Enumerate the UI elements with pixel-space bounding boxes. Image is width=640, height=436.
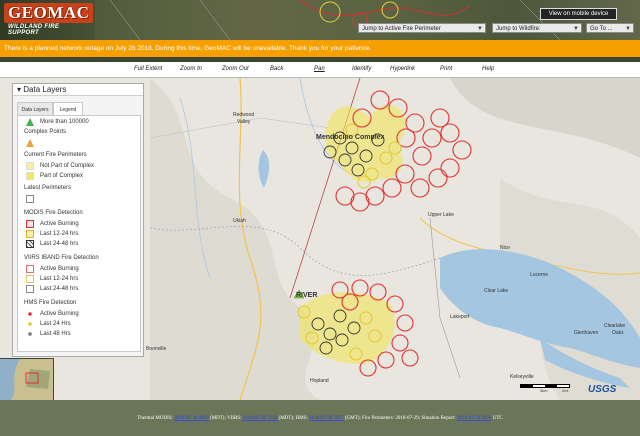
swatch-yellow-outline-icon: [26, 275, 34, 283]
chevron-down-icon: ▼: [477, 26, 483, 32]
modis-date-link[interactable]: 2018-07-30 4002: [174, 416, 209, 421]
triangle-orange-icon: [26, 139, 34, 147]
jump-to-wildfire-select[interactable]: Jump to Wildfire: ▼: [492, 23, 582, 33]
map-toolbar: Full Extent Zoom In Zoom Out Back Pan Id…: [0, 62, 640, 78]
swatch-red-outline-icon: [26, 265, 34, 273]
legend-heading-current-perimeters: Current Fire Perimeters: [24, 152, 87, 158]
jump-to-wildfire-value: Jump to Wildfire:: [496, 26, 541, 32]
back-button[interactable]: Back: [270, 62, 283, 77]
swatch-outline-icon: [26, 195, 34, 203]
status-footer: Thermal MODIS: 2018-07-30 4002 (MDT); VI…: [0, 400, 640, 436]
triangle-green-icon: [26, 118, 34, 126]
viirs-date-link[interactable]: 2018-07-30 3758: [243, 416, 278, 421]
scale-km-label: 3km: [540, 388, 548, 393]
header-map-banner: [95, 0, 640, 40]
identify-button[interactable]: Identify: [352, 62, 371, 77]
label-river-fire: RIVER: [296, 292, 318, 299]
label-valley: Valley: [237, 119, 251, 125]
pan-button[interactable]: Pan: [314, 62, 325, 77]
help-button[interactable]: Help: [482, 62, 494, 77]
app-header: GEOMAC WILDLAND FIRE SUPPORT View on mob…: [0, 0, 640, 40]
label-lakeport: Lakeport: [450, 314, 470, 320]
mobile-view-button[interactable]: View on mobile device: [540, 8, 617, 20]
chevron-down-icon: ▼: [573, 26, 579, 32]
legend-heading-hms: HMS Fire Detection: [24, 300, 77, 306]
jump-to-perimeter-value: Jump to Active Fire Perimeter: [362, 26, 441, 32]
label-nice: Nice: [500, 245, 511, 251]
chevron-down-icon: ▼: [625, 26, 631, 32]
logo-title: GEOMAC: [4, 3, 94, 23]
swatch-red-icon: [26, 220, 34, 228]
swatch-black-hatch-icon: [26, 240, 34, 248]
overview-map[interactable]: [0, 358, 54, 400]
label-glenhaven: Glenhaven: [574, 330, 599, 336]
usgs-logo: USGS: [588, 384, 617, 395]
legend-heading-viirs: VIIRS IBAND Fire Detection: [24, 255, 99, 261]
data-timestamps: Thermal MODIS: 2018-07-30 4002 (MDT); VI…: [137, 416, 503, 421]
label-boonville: Boonville: [146, 346, 167, 352]
go-to-select[interactable]: Go To ... ▼: [586, 23, 634, 33]
swatch-yellow-hatch-icon: [26, 230, 34, 238]
hyperlink-button[interactable]: Hyperlink: [390, 62, 415, 77]
swatch-light-yellow-icon: [26, 162, 34, 170]
tab-data-layers[interactable]: Data Layers: [17, 102, 53, 116]
geomac-logo[interactable]: GEOMAC WILDLAND FIRE SUPPORT: [4, 3, 94, 37]
label-clearlake-oaks: Clearlake: [604, 323, 626, 329]
legend-heading-latest-perimeters: Latest Perimeters: [24, 185, 72, 191]
label-redwood: Redwood: [233, 112, 255, 118]
outage-notice: There is a planned network outage on Jul…: [0, 40, 640, 57]
swatch-gray-outline-icon: [26, 285, 34, 293]
label-hopland: Hopland: [310, 378, 329, 384]
label-kelseyville: Kelseyville: [510, 374, 534, 380]
zoom-in-button[interactable]: Zoom In: [180, 62, 202, 77]
logo-subtitle: WILDLAND FIRE SUPPORT: [8, 24, 60, 36]
print-button[interactable]: Print: [440, 62, 452, 77]
legend-heading-modis: MODIS Fire Detection: [24, 210, 83, 216]
overview-canvas: [0, 359, 53, 400]
hms-date-link[interactable]: 2018-07-26 7657: [309, 416, 344, 421]
legend-heading-complex-points: Complex Points: [24, 129, 67, 135]
sitrep-date-link[interactable]: 2018-07-30 1270: [457, 416, 492, 421]
dot-yellow-icon: [28, 322, 32, 326]
tab-legend[interactable]: Legend: [53, 102, 83, 116]
label-upper-lake: Upper Lake: [428, 212, 454, 218]
panel-title: Data Layers: [23, 85, 67, 94]
label-ukiah: Ukiah: [233, 218, 246, 224]
collapse-arrow-icon[interactable]: ▾: [17, 85, 21, 94]
label-mendocino-complex: Mendocino Complex: [316, 134, 385, 141]
dot-red-icon: [28, 312, 32, 316]
legend-content: More than 100000 Complex Points Current …: [17, 115, 141, 352]
zoom-out-button[interactable]: Zoom Out: [222, 62, 249, 77]
scale-mi-label: 2mi: [562, 388, 569, 393]
label-oaks: Oaks: [612, 330, 624, 336]
jump-to-perimeter-select[interactable]: Jump to Active Fire Perimeter ▼: [358, 23, 486, 33]
label-lucerne: Lucerne: [530, 272, 549, 278]
full-extent-button[interactable]: Full Extent: [134, 62, 162, 77]
dot-gray-icon: [28, 332, 32, 336]
swatch-yellow-icon: [26, 172, 34, 180]
data-layers-panel: ▾ Data Layers Data Layers Legend More th…: [12, 83, 144, 357]
panel-header[interactable]: ▾ Data Layers: [13, 84, 143, 96]
label-clear-lake: Clear Lake: [484, 288, 509, 294]
go-to-value: Go To ...: [590, 26, 613, 32]
